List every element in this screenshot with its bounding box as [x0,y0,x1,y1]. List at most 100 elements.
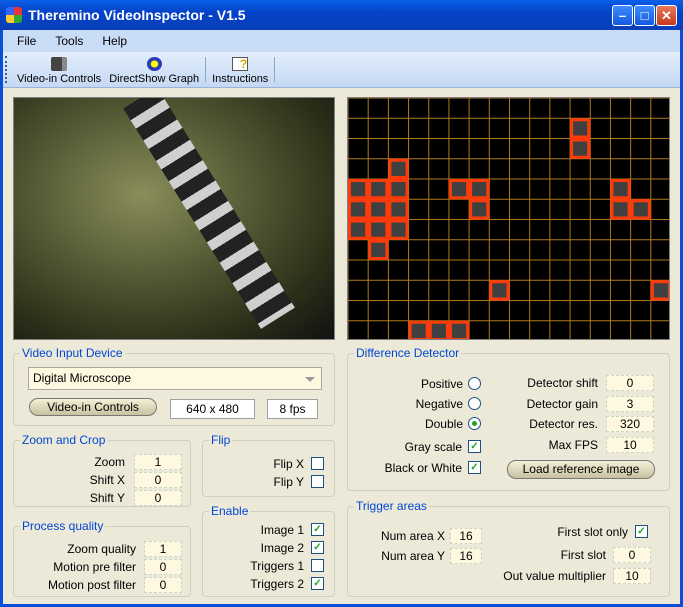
trigger-cell [650,280,669,301]
flip-label: Flip Y [273,475,304,489]
chevron-down-icon [305,377,315,387]
directshow-icon [146,57,162,71]
enable-checkbox[interactable]: ✓ [311,577,324,590]
detector-field-input[interactable]: 10 [606,436,654,453]
flip-checkbox[interactable] [311,457,324,470]
trigger-cell [368,239,389,260]
num-area-x-input[interactable]: 16 [450,528,482,544]
group-title: Enable [211,504,249,518]
detector-option-checkbox[interactable]: ✓ [468,440,481,453]
video-device-select[interactable]: Digital Microscope [28,367,322,390]
enable-label: Triggers 1 [250,559,304,573]
toolbar: Video-in Controls DirectShow Graph ? Ins… [3,52,680,88]
group-title: Zoom and Crop [22,433,106,447]
detector-mode-label: Double [424,417,463,431]
detector-field-input[interactable]: 0 [606,375,654,391]
trigger-grid [348,98,669,339]
trigger-cell [570,118,591,139]
num-area-y-input[interactable]: 16 [450,548,482,564]
first-slot-input[interactable]: 0 [613,547,651,563]
trigger-cell [630,199,651,220]
flip-label: Flip X [273,457,304,471]
process-quality-input[interactable]: 1 [144,541,182,557]
menu-file[interactable]: File [17,30,47,52]
image-detail [123,98,295,329]
zoom-crop-input[interactable]: 0 [134,490,182,506]
detector-field-label: Detector res. [529,417,598,431]
detector-mode-radio[interactable] [468,397,481,410]
trigger-cell [489,280,510,301]
detector-field-input[interactable]: 3 [606,395,654,412]
zoom-crop-label: Shift X [89,473,125,487]
zoom-crop-input[interactable]: 1 [134,454,182,470]
out-value-multiplier-input[interactable]: 10 [613,568,651,584]
zoom-crop-input[interactable]: 0 [134,472,182,488]
flip-checkbox[interactable] [311,475,324,488]
out-value-multiplier-label: Out value multiplier [503,569,606,583]
first-slot-only-checkbox[interactable]: ✓ [635,525,648,538]
directshow-graph-tool[interactable]: DirectShow Graph [105,52,203,87]
tool-label: DirectShow Graph [109,73,200,85]
detector-option-label: Black or White [384,461,462,475]
trigger-cell [610,179,631,200]
group-title: Process quality [22,519,104,533]
enable-label: Image 2 [260,541,304,555]
process-quality-input[interactable]: 0 [144,577,182,593]
resolution-display: 640 x 480 [170,399,255,419]
num-area-x-label: Num area X [380,529,445,543]
menu-tools[interactable]: Tools [55,30,94,52]
video-in-controls-tool[interactable]: Video-in Controls [13,52,105,87]
group-title: Trigger areas [356,499,427,513]
detector-option-label: Gray scale [404,440,462,454]
menu-bar: File Tools Help [3,30,680,52]
first-slot-label: First slot [560,548,606,562]
detector-field-input[interactable]: 320 [606,416,654,432]
enable-checkbox[interactable]: ✓ [311,523,324,536]
toolbar-separator [274,57,276,82]
enable-checkbox[interactable] [311,559,324,572]
trigger-cell [469,199,490,220]
menu-help[interactable]: Help [102,30,138,52]
trigger-cell [368,199,389,220]
zoom-crop-label: Shift Y [89,491,125,505]
maximize-button[interactable]: □ [634,5,655,26]
trigger-cell [388,199,409,220]
detector-option-checkbox[interactable]: ✓ [468,461,481,474]
trigger-cell [610,199,631,220]
video-in-controls-button[interactable]: Video-in Controls [29,398,157,416]
trigger-cell [469,179,490,200]
camera-icon [51,57,68,71]
tool-label: Instructions [212,73,269,85]
toolbar-grip[interactable] [5,56,11,83]
selected-device: Digital Microscope [33,371,132,385]
trigger-cell [348,219,369,240]
trigger-cell [448,179,470,200]
trigger-cell [368,179,389,200]
trigger-cell [368,219,389,240]
load-reference-image-button[interactable]: Load reference image [507,460,655,479]
toolbar-separator [205,57,207,82]
fps-display: 8 fps [267,399,318,419]
detector-mode-label: Negative [415,397,463,411]
num-area-y-label: Num area Y [381,549,445,563]
minimize-button[interactable]: – [612,5,633,26]
close-button[interactable]: ✕ [656,5,677,26]
enable-checkbox[interactable]: ✓ [311,541,324,554]
app-icon [6,7,22,23]
process-quality-input[interactable]: 0 [144,559,182,575]
title-bar: Theremino VideoInspector - V1.5 – □ ✕ [0,0,683,30]
trigger-cell [388,158,409,179]
instructions-tool[interactable]: ? Instructions [208,52,272,87]
detector-mode-radio[interactable] [468,417,481,430]
enable-label: Image 1 [260,523,304,537]
trigger-cell [388,179,409,200]
group-title: Video Input Device [22,346,123,360]
detector-mode-radio[interactable] [468,377,481,390]
group-title: Difference Detector [356,346,460,360]
zoom-crop-label: Zoom [94,455,125,469]
detector-mode-label: Positive [420,377,463,391]
trigger-cell [348,179,369,200]
group-title: Flip [211,433,231,447]
trigger-cell [570,138,591,159]
trigger-cell [388,219,409,240]
